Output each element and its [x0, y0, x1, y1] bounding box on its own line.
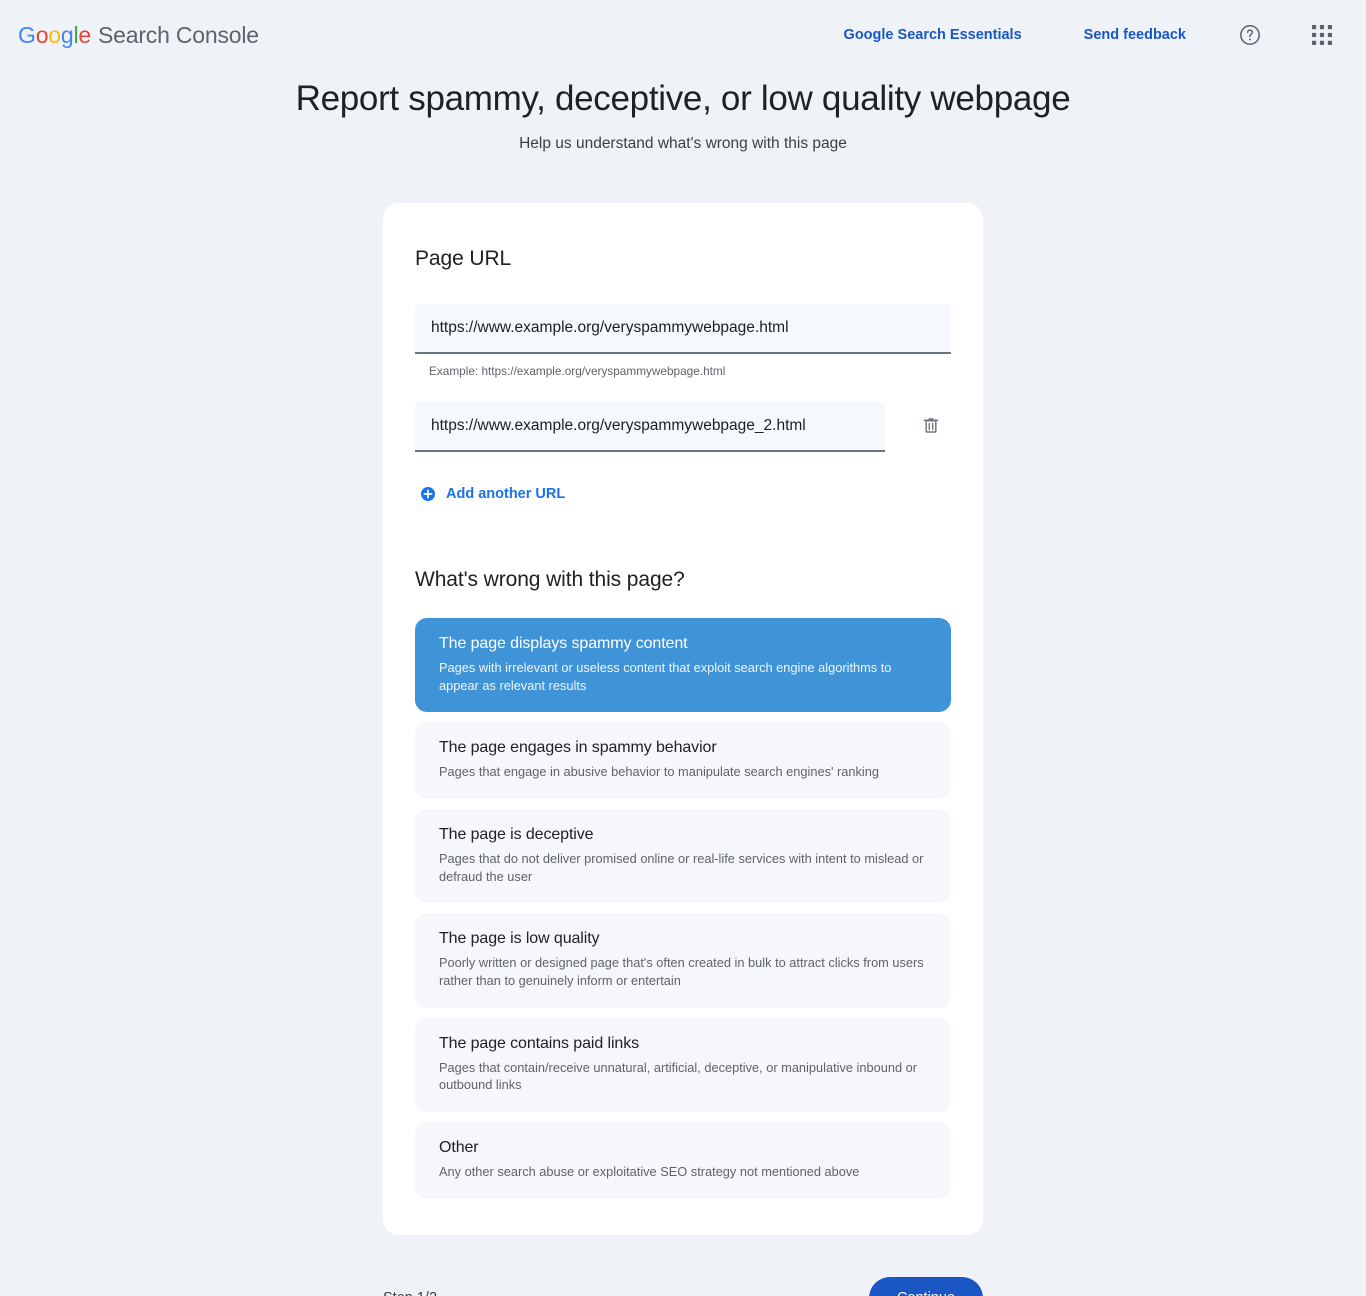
page-url-hint: Example: https://example.org/veryspammyw… — [429, 364, 726, 378]
top-bar: Google Search Console Google Search Esse… — [0, 0, 1366, 70]
logo-letter-g2: g — [60, 21, 74, 48]
option-title: The page is deceptive — [439, 825, 594, 843]
plus-circle-icon — [421, 487, 435, 501]
option-description: Pages that engage in abusive behavior to… — [439, 764, 879, 780]
option-description: Any other search abuse or exploitative S… — [439, 1163, 860, 1179]
send-feedback-link[interactable]: Send feedback — [1070, 19, 1200, 51]
google-search-essentials-link[interactable]: Google Search Essentials — [830, 19, 1036, 51]
help-icon — [1238, 23, 1262, 47]
option-title: The page contains paid links — [439, 1034, 639, 1052]
issue-option-spammy-content[interactable]: The page displays spammy content Pages w… — [415, 618, 951, 713]
url-field-row-2 — [415, 402, 951, 452]
delete-url-button-2[interactable] — [911, 407, 951, 447]
url-field-group-1: Example: https://example.org/veryspammyw… — [415, 304, 951, 378]
option-description: Pages that do not deliver promised onlin… — [439, 850, 924, 884]
top-bar-actions: Google Search Essentials Send feedback — [830, 13, 1344, 57]
issue-option-other[interactable]: Other Any other search abuse or exploita… — [415, 1121, 951, 1199]
option-title: Other — [439, 1138, 479, 1156]
option-title: The page is low quality — [439, 930, 600, 948]
report-form-card: Page URL Example: https://example.org/ve… — [383, 203, 983, 1235]
apps-button[interactable] — [1300, 13, 1344, 57]
option-description: Pages that contain/receive unnatural, ar… — [439, 1059, 918, 1093]
add-another-url-label: Add another URL — [446, 486, 566, 502]
add-another-url-button[interactable]: Add another URL — [421, 486, 565, 502]
page-url-input-1[interactable] — [415, 304, 951, 354]
continue-button[interactable]: Continue — [868, 1276, 983, 1296]
logo-letter-o2: o — [48, 21, 61, 48]
page-header: Report spammy, deceptive, or low quality… — [0, 70, 1366, 153]
apps-grid-icon — [1311, 24, 1333, 46]
brand[interactable]: Google Search Console — [18, 22, 259, 49]
step-indicator: Step 1/2 — [383, 1290, 437, 1296]
form-footer: Step 1/2 Continue — [383, 1276, 983, 1296]
url-field-group-2 — [415, 402, 951, 452]
issue-options-list: The page displays spammy content Pages w… — [415, 618, 951, 1199]
option-title: The page displays spammy content — [439, 635, 688, 652]
issue-section-title: What's wrong with this page? — [415, 568, 685, 591]
page-title: Report spammy, deceptive, or low quality… — [295, 79, 1071, 118]
option-description: Poorly written or designed page that's o… — [439, 955, 924, 988]
google-logo: Google — [18, 22, 91, 49]
product-name: Search Console — [98, 21, 259, 48]
issue-option-spammy-behavior[interactable]: The page engages in spammy behavior Page… — [415, 722, 951, 799]
logo-letter-g1: G — [18, 21, 36, 48]
page-url-section-title: Page URL — [415, 247, 512, 270]
logo-letter-o1: o — [35, 21, 49, 48]
option-description: Pages with irrelevant or useless content… — [439, 660, 892, 693]
trash-icon — [921, 415, 941, 440]
page-subtitle: Help us understand what's wrong with thi… — [519, 135, 847, 152]
issue-option-paid-links[interactable]: The page contains paid links Pages that … — [415, 1017, 951, 1112]
url-field-row-1 — [415, 304, 951, 354]
logo-letter-e: e — [78, 21, 91, 48]
issue-option-low-quality[interactable]: The page is low quality Poorly written o… — [415, 913, 951, 1008]
help-button[interactable] — [1228, 13, 1272, 57]
page-url-input-2[interactable] — [415, 402, 885, 452]
option-title: The page engages in spammy behavior — [439, 739, 717, 757]
issue-option-deceptive[interactable]: The page is deceptive Pages that do not … — [415, 808, 951, 904]
